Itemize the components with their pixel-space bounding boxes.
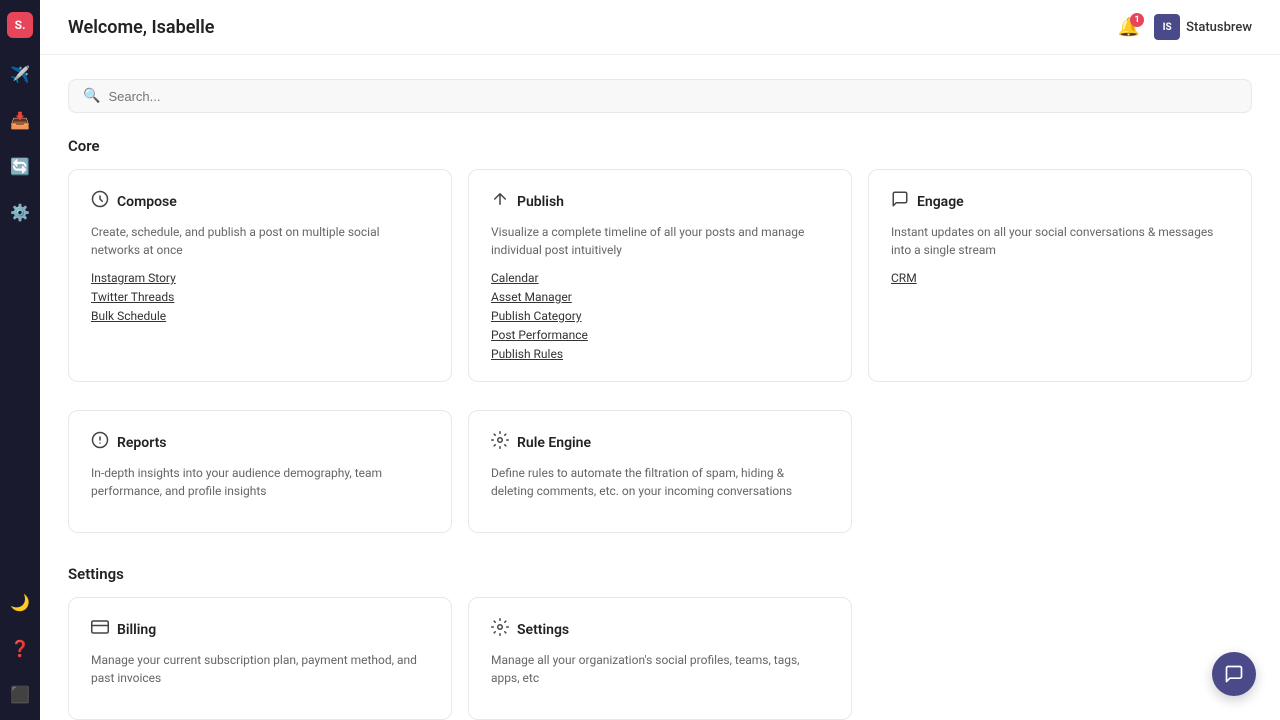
rule-engine-title: Rule Engine (517, 435, 591, 451)
engage-card: Engage Instant updates on all your socia… (868, 169, 1252, 382)
main-content: Welcome, Isabelle 🔔 1 IS Statusbrew 🔍 Co… (40, 0, 1280, 720)
sidebar-icon-moon[interactable]: 🌙 (6, 588, 34, 616)
compose-links: Instagram Story Twitter Threads Bulk Sch… (91, 271, 429, 323)
sidebar-icon-refresh[interactable]: 🔄 (6, 152, 34, 180)
engage-description: Instant updates on all your social conve… (891, 223, 1229, 259)
search-icon: 🔍 (83, 88, 100, 104)
compose-description: Create, schedule, and publish a post on … (91, 223, 429, 259)
publish-link-performance[interactable]: Post Performance (491, 328, 829, 342)
publish-title: Publish (517, 194, 564, 210)
reports-description: In-depth insights into your audience dem… (91, 464, 429, 500)
content-area: 🔍 Core Compose Create, schedule, and pub… (40, 55, 1280, 720)
compose-link-twitter[interactable]: Twitter Threads (91, 290, 429, 304)
engage-title: Engage (917, 194, 964, 210)
publish-link-rules[interactable]: Publish Rules (491, 347, 829, 361)
settings-description: Manage all your organization's social pr… (491, 651, 829, 687)
compose-title: Compose (117, 194, 177, 210)
rule-engine-icon (491, 431, 509, 454)
publish-link-category[interactable]: Publish Category (491, 309, 829, 323)
publish-links: Calendar Asset Manager Publish Category … (491, 271, 829, 361)
reports-icon (91, 431, 109, 454)
sidebar-icon-compose[interactable]: ✈️ (6, 60, 34, 88)
engage-icon (891, 190, 909, 213)
sidebar-icon-terminal[interactable]: ⬛ (6, 680, 34, 708)
sidebar-icon-help[interactable]: ❓ (6, 634, 34, 662)
publish-link-asset[interactable]: Asset Manager (491, 290, 829, 304)
core-cards-row1: Compose Create, schedule, and publish a … (68, 169, 1252, 382)
reports-card: Reports In-depth insights into your audi… (68, 410, 452, 533)
compose-link-bulk[interactable]: Bulk Schedule (91, 309, 429, 323)
user-name: Statusbrew (1186, 20, 1252, 35)
settings-title: Settings (517, 622, 569, 638)
header: Welcome, Isabelle 🔔 1 IS Statusbrew (40, 0, 1280, 55)
core-section-title: Core (68, 137, 1252, 155)
settings-section-title: Settings (68, 565, 1252, 583)
search-bar: 🔍 (68, 79, 1252, 113)
billing-description: Manage your current subscription plan, p… (91, 651, 429, 687)
publish-link-calendar[interactable]: Calendar (491, 271, 829, 285)
search-input[interactable] (108, 89, 1237, 104)
sidebar-icon-settings[interactable]: ⚙️ (6, 198, 34, 226)
billing-card: Billing Manage your current subscription… (68, 597, 452, 720)
user-avatar: IS (1154, 14, 1180, 40)
settings-icon (491, 618, 509, 641)
compose-icon (91, 190, 109, 213)
reports-title: Reports (117, 435, 167, 451)
notification-badge: 1 (1130, 13, 1144, 27)
page-title: Welcome, Isabelle (68, 17, 214, 38)
engage-links: CRM (891, 271, 1229, 285)
chat-button[interactable] (1212, 652, 1256, 696)
rule-engine-card: Rule Engine Define rules to automate the… (468, 410, 852, 533)
core-cards-row2: Reports In-depth insights into your audi… (68, 410, 1252, 533)
compose-card: Compose Create, schedule, and publish a … (68, 169, 452, 382)
engage-link-crm[interactable]: CRM (891, 271, 1229, 285)
user-info[interactable]: IS Statusbrew (1154, 14, 1252, 40)
compose-link-instagram[interactable]: Instagram Story (91, 271, 429, 285)
billing-title: Billing (117, 622, 156, 638)
rule-engine-description: Define rules to automate the filtration … (491, 464, 829, 500)
sidebar-icon-inbox[interactable]: 📥 (6, 106, 34, 134)
notification-button[interactable]: 🔔 1 (1118, 17, 1140, 38)
billing-icon (91, 618, 109, 641)
header-right: 🔔 1 IS Statusbrew (1118, 14, 1252, 40)
sidebar: S. ✈️ 📥 🔄 ⚙️ 🌙 ❓ ⬛ (0, 0, 40, 720)
publish-description: Visualize a complete timeline of all you… (491, 223, 829, 259)
settings-cards: Billing Manage your current subscription… (68, 597, 1252, 720)
settings-card: Settings Manage all your organization's … (468, 597, 852, 720)
sidebar-logo[interactable]: S. (7, 12, 33, 38)
publish-icon (491, 190, 509, 213)
publish-card: Publish Visualize a complete timeline of… (468, 169, 852, 382)
